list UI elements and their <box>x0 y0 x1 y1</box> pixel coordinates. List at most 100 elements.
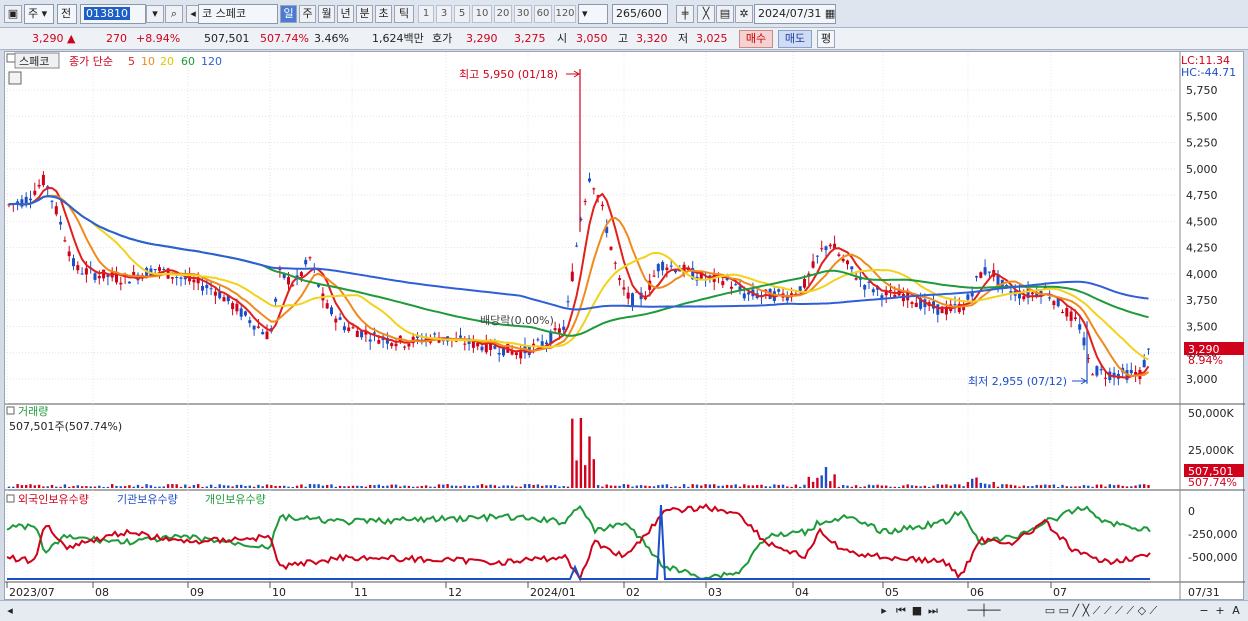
date-field[interactable]: 2024/07/31 ▦ <box>754 4 836 24</box>
period-month[interactable]: 월 <box>318 5 335 23</box>
interval-30[interactable]: 30 <box>514 5 532 23</box>
count-field[interactable]: 265/600 <box>612 4 668 24</box>
stop-icon[interactable]: ■ <box>910 603 924 619</box>
volume-bar <box>338 485 342 488</box>
volume-bar <box>1117 484 1120 488</box>
volume-bar <box>614 485 617 488</box>
price-change: 270 <box>106 32 127 45</box>
interval-dropdown[interactable]: ▾ <box>578 4 608 24</box>
zoom-slider[interactable]: ──┼── <box>948 603 1020 619</box>
volume-bar <box>549 485 552 488</box>
interval-1[interactable]: 1 <box>418 5 434 23</box>
candle-body <box>351 327 355 329</box>
candle-body <box>553 328 557 331</box>
zoom-out-icon[interactable]: − <box>1198 603 1210 619</box>
period-minute[interactable]: 분 <box>356 5 373 23</box>
period-second[interactable]: 초 <box>375 5 392 23</box>
candle-body <box>815 255 819 257</box>
holding-panel-icon[interactable] <box>6 494 15 503</box>
volume-bar <box>575 460 578 488</box>
candle-body <box>785 297 789 301</box>
volume-bar <box>803 484 806 488</box>
save-icon[interactable]: ▤ <box>716 5 734 23</box>
period-tick[interactable]: 틱 <box>394 5 414 23</box>
bottom-scrollbar[interactable]: ◂ ▸ ⏮ ■ ⏭ ──┼── ▭ ▭ ╱ ╳ ⟋ ⟋ ⟋ ⟋ ◇ ⟋ − + … <box>0 600 1248 621</box>
stock-name-box[interactable]: 코 스페코 <box>198 4 278 24</box>
volume-bar <box>975 477 978 488</box>
zoom-in-icon[interactable]: + <box>1214 603 1226 619</box>
interval-3[interactable]: 3 <box>436 5 452 23</box>
volume-bar <box>442 484 445 488</box>
volume-panel-icon[interactable] <box>6 406 15 415</box>
chart-area[interactable]: 스페코 종가 단순 5 10 20 60 120 LC:11.34 HC:-44… <box>4 51 1245 601</box>
candle-body <box>235 303 239 312</box>
volume-bar <box>1082 485 1086 488</box>
code-dropdown-icon[interactable]: ▾ <box>146 5 164 23</box>
volume-bar <box>197 484 200 488</box>
chart-layout-icon[interactable]: ▣ <box>4 5 22 23</box>
ma10-legend: 10 <box>141 55 155 68</box>
scroll-right-icon[interactable]: ▸ <box>878 603 890 619</box>
candle-body <box>540 341 544 346</box>
volume-bar <box>553 485 557 488</box>
panel-collapse-icon[interactable] <box>6 53 16 63</box>
interval-20[interactable]: 20 <box>494 5 512 23</box>
volume-bar <box>940 484 944 488</box>
stock-code-input[interactable]: 013810 <box>80 4 146 24</box>
interval-60[interactable]: 60 <box>534 5 552 23</box>
volume-bar <box>227 485 230 488</box>
volume-bar <box>631 486 634 488</box>
x-axis-label: 04 <box>795 586 809 599</box>
candle-body <box>127 281 131 284</box>
volume-bar <box>648 486 651 488</box>
chart-canvas[interactable]: 스페코 종가 단순 5 10 20 60 120 LC:11.34 HC:-44… <box>5 52 1245 601</box>
candle-body <box>889 290 892 292</box>
volume-bar <box>751 485 755 488</box>
buy-button[interactable]: 매수 <box>739 30 773 48</box>
volume-bar <box>7 486 11 488</box>
interval-10[interactable]: 10 <box>472 5 492 23</box>
candle-body <box>1091 374 1095 376</box>
prev-button[interactable]: 전 <box>57 4 77 24</box>
ma5-line <box>8 186 1150 379</box>
chart-type-select[interactable]: 주 ▾ <box>24 4 54 24</box>
volume-bar <box>928 486 931 488</box>
quote-info-bar: 3,290 ▲ 270 +8.94% 507,501 507.74% 3.46%… <box>0 28 1248 50</box>
search-icon[interactable]: ⌕ <box>165 5 183 23</box>
volume-bar <box>46 486 49 488</box>
volume-bar <box>98 485 101 488</box>
gear-icon[interactable]: ✲ <box>735 5 753 23</box>
interval-120[interactable]: 120 <box>554 5 576 23</box>
ma60-legend: 60 <box>181 55 195 68</box>
auto-scale-icon[interactable]: A <box>1230 603 1242 619</box>
forward-icon[interactable]: ⏭ <box>926 603 940 619</box>
drawing-tools[interactable]: ▭ ▭ ╱ ╳ ⟋ ⟋ ⟋ ⟋ ◇ ⟋ <box>1026 603 1176 619</box>
volume-bar <box>343 486 346 488</box>
interval-5[interactable]: 5 <box>454 5 470 23</box>
candle-body <box>265 331 269 340</box>
period-year[interactable]: 년 <box>337 5 354 23</box>
volume-bar <box>566 486 570 488</box>
volume-bar <box>93 486 97 488</box>
eval-button[interactable]: 평 <box>817 30 835 48</box>
volume-bar <box>29 484 32 488</box>
sell-button[interactable]: 매도 <box>778 30 812 48</box>
volume-bar <box>1108 484 1111 488</box>
volume-bar <box>786 486 789 488</box>
candle-body <box>1065 308 1069 317</box>
candle-body <box>84 268 88 275</box>
volume-bar <box>790 486 793 488</box>
period-day[interactable]: 일 <box>280 5 297 23</box>
count-value: 265 <box>616 7 637 20</box>
volume-bar <box>588 436 591 488</box>
rewind-icon[interactable]: ⏮ <box>894 603 908 619</box>
high-price: 3,320 <box>636 32 668 45</box>
crosshair-icon[interactable]: ╳ <box>697 5 715 23</box>
volume-bar <box>141 486 144 488</box>
period-week[interactable]: 주 <box>299 5 316 23</box>
candle-icon[interactable]: ╪ <box>676 5 694 23</box>
scroll-left-icon[interactable]: ◂ <box>4 603 16 619</box>
x-axis-label: 03 <box>708 586 722 599</box>
candle-body <box>299 272 303 277</box>
table-icon[interactable] <box>8 71 22 85</box>
